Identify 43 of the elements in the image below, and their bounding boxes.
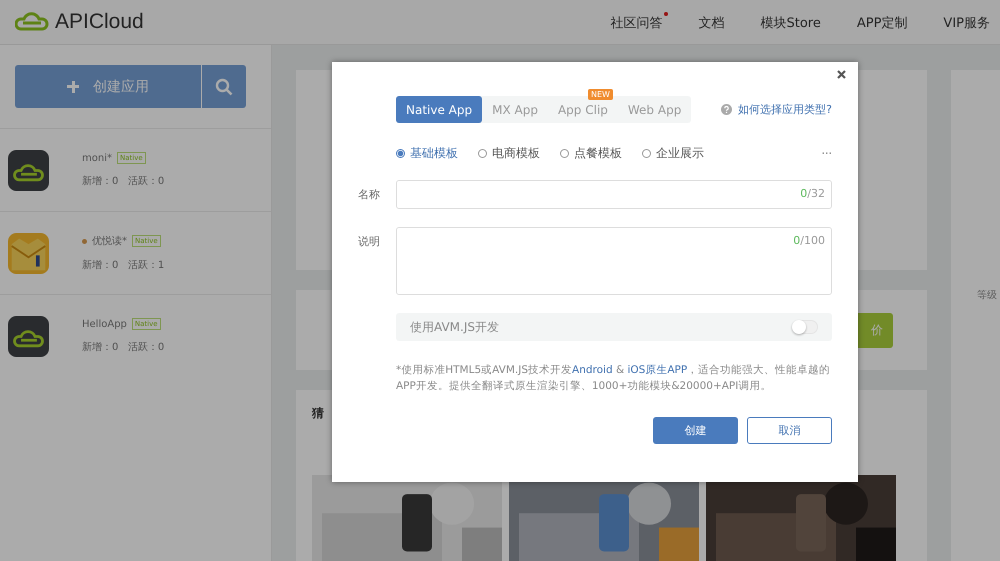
app-type-tab[interactable]: MX App: [482, 96, 548, 123]
app-name: moni*: [82, 152, 112, 164]
help-link[interactable]: 如何选择应用类型?: [738, 102, 832, 117]
cloud-logo-icon: [15, 12, 49, 32]
nav-link[interactable]: APP定制: [856, 12, 914, 32]
create-button[interactable]: 创建: [653, 417, 738, 444]
cancel-button[interactable]: 取消: [747, 417, 832, 444]
close-icon[interactable]: [837, 70, 846, 79]
more-button[interactable]: ···: [822, 147, 832, 160]
name-field[interactable]: 0/32: [396, 180, 832, 209]
description-field[interactable]: 0/100: [396, 227, 832, 295]
app-type-tab[interactable]: Web App: [618, 96, 692, 123]
nav-link[interactable]: 模块Store: [760, 12, 827, 32]
template-radio[interactable]: 企业展示: [642, 145, 704, 162]
logo-text[interactable]: APICloud: [55, 10, 144, 34]
section-heading: 猜: [312, 405, 325, 422]
app-name: 优悦读*: [92, 234, 127, 248]
template-radio[interactable]: 点餐模板: [560, 145, 622, 162]
option-label: 使用AVM.JS开发: [410, 318, 499, 336]
nav-link[interactable]: 文档: [698, 12, 730, 32]
field-label: 说明: [358, 234, 381, 250]
app-type-tab[interactable]: Native App: [396, 96, 482, 123]
description-text: *使用标准HTML5或AVM.JS技术开发Android & iOS原生APP，适合功能强大、性能卓越的APP开发。提供全翻译式原生渲染引擎、1000+功能模块&20000+API调用。: [396, 363, 832, 394]
nav-link[interactable]: 社区问答: [610, 12, 668, 32]
app-stats: 新增：0 活跃：0: [82, 340, 164, 354]
search-button[interactable]: [202, 65, 246, 108]
toggle-switch[interactable]: [792, 320, 818, 334]
app-name: HelloApp: [82, 318, 127, 330]
cloud-app-icon: [8, 150, 49, 190]
template-radio[interactable]: 电商模板: [478, 145, 540, 162]
nav-link[interactable]: VIP服务: [943, 12, 996, 32]
character-counter: 0/100: [793, 233, 826, 247]
app-stats: 新增：0 活跃：1: [82, 258, 164, 272]
character-counter: 0/32: [800, 186, 826, 200]
help-icon: [721, 104, 732, 115]
template-radio[interactable]: 基础模板: [396, 145, 458, 162]
cloud-app-icon: [8, 316, 49, 356]
search-icon: [215, 78, 233, 96]
book-app-icon: [8, 232, 49, 274]
new-badge: NEW: [588, 89, 613, 100]
app-stats: 新增：0 活跃：0: [82, 174, 164, 188]
field-label: 名称: [358, 187, 381, 203]
level-label: 等级: [977, 289, 997, 303]
